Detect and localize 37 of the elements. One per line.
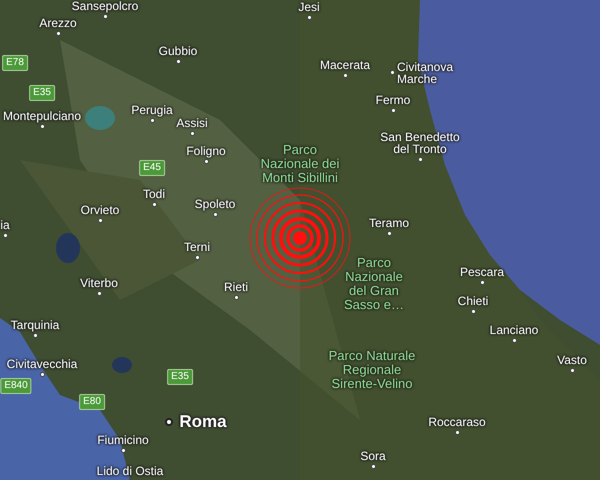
place-label: Terni bbox=[184, 241, 210, 253]
road-shield: E35 bbox=[167, 369, 193, 385]
place-label: Arezzo bbox=[39, 17, 77, 29]
road-shield: E78 bbox=[2, 55, 28, 71]
place-label: Montepulciano bbox=[2, 110, 82, 122]
capital-marker-icon bbox=[165, 418, 173, 426]
place-label: Lanciano bbox=[490, 324, 538, 336]
place-label: Orvieto bbox=[80, 204, 120, 216]
park-label: Parco Nazionale dei Monti Sibillini bbox=[260, 143, 340, 185]
place-label: Tarquinia bbox=[10, 319, 60, 331]
place-label: San Benedetto del Tronto bbox=[380, 131, 460, 155]
road-shield: E45 bbox=[139, 160, 165, 176]
place-label: Sansepolcro bbox=[72, 0, 138, 12]
place-label: Rieti bbox=[224, 281, 248, 293]
place-label: Sora bbox=[360, 450, 386, 462]
place-label: Assisi bbox=[176, 117, 208, 129]
place-label: Perugia bbox=[131, 104, 173, 116]
place-label: Spoleto bbox=[194, 198, 236, 210]
place-label: Macerata bbox=[320, 59, 370, 71]
place-label: Viterbo bbox=[80, 277, 118, 289]
place-label: Vasto bbox=[557, 354, 587, 366]
park-label: Parco Naturale Regionale Sirente-Velino bbox=[328, 349, 416, 391]
place-label: Pescara bbox=[460, 266, 504, 278]
road-shield: E840 bbox=[0, 378, 32, 394]
place-label: Teramo bbox=[369, 217, 409, 229]
place-label: ia bbox=[0, 219, 10, 231]
place-label: Todi bbox=[143, 188, 165, 200]
park-label: Parco Nazionale del Gran Sasso e… bbox=[344, 256, 404, 312]
place-label: Roccaraso bbox=[428, 416, 486, 428]
place-label: Foligno bbox=[186, 145, 226, 157]
place-label: Jesi bbox=[298, 1, 320, 13]
road-shield: E80 bbox=[79, 394, 105, 410]
road-shield: E35 bbox=[29, 85, 55, 101]
place-label: Chieti bbox=[458, 295, 488, 307]
place-label: Gubbio bbox=[158, 45, 198, 57]
place-label: Roma bbox=[179, 412, 227, 432]
place-label: Fermo bbox=[376, 94, 410, 106]
